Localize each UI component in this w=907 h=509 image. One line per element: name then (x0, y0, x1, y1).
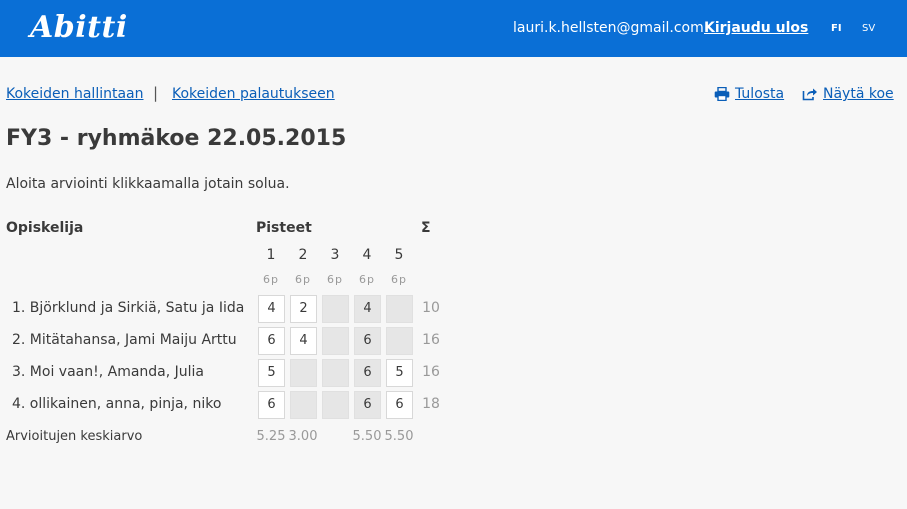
question-max-points: 6p (327, 273, 343, 286)
score-cell[interactable]: 5 (258, 359, 285, 387)
score-cell[interactable]: 6 (258, 391, 285, 419)
score-cell[interactable] (386, 295, 413, 323)
score-cell[interactable] (322, 327, 349, 355)
row-total: 18 (422, 396, 440, 412)
logout-link[interactable]: Kirjaudu ulos (704, 20, 808, 36)
score-cell[interactable]: 6 (354, 391, 381, 419)
score-cell[interactable]: 6 (354, 359, 381, 387)
user-email: lauri.k.hellsten@gmail.com (513, 20, 704, 36)
student-name: 2. Mitätahansa, Jami Maiju Arttu (12, 332, 237, 348)
page-title: FY3 - ryhmäkoe 22.05.2015 (6, 126, 347, 151)
student-name: 3. Moi vaan!, Amanda, Julia (12, 364, 205, 380)
question-number: 3 (330, 247, 340, 263)
question-number: 5 (394, 247, 404, 263)
score-cell[interactable] (322, 391, 349, 419)
question-number: 2 (298, 247, 308, 263)
score-cell[interactable] (386, 327, 413, 355)
row-total: 10 (422, 300, 440, 316)
score-cell[interactable]: 6 (354, 327, 381, 355)
question-max-points: 6p (263, 273, 279, 286)
question-max-points: 6p (295, 273, 311, 286)
instruction-text: Aloita arviointi klikkaamalla jotain sol… (6, 176, 290, 192)
exam-management-link[interactable]: Kokeiden hallintaan (6, 86, 144, 102)
row-total: 16 (422, 332, 440, 348)
score-cell[interactable] (322, 359, 349, 387)
score-cell[interactable]: 4 (258, 295, 285, 323)
share-icon[interactable] (802, 87, 818, 101)
language-sv[interactable]: SV (862, 23, 875, 34)
sum-column-header: Σ (421, 220, 431, 236)
average-value: 5.25 (256, 429, 286, 444)
score-cell[interactable]: 6 (386, 391, 413, 419)
show-exam-link[interactable]: Näytä koe (823, 86, 894, 102)
question-max-points: 6p (391, 273, 407, 286)
average-value: 5.50 (384, 429, 414, 444)
exam-returns-link[interactable]: Kokeiden palautukseen (172, 86, 335, 102)
score-cell[interactable]: 4 (290, 327, 317, 355)
score-cell[interactable]: 5 (386, 359, 413, 387)
score-cell[interactable] (290, 391, 317, 419)
score-cell[interactable]: 4 (354, 295, 381, 323)
score-cell[interactable]: 2 (290, 295, 317, 323)
question-number: 4 (362, 247, 372, 263)
question-max-points: 6p (359, 273, 375, 286)
student-column-header: Opiskelija (6, 220, 84, 236)
points-column-header: Pisteet (256, 220, 312, 236)
score-cell[interactable]: 6 (258, 327, 285, 355)
row-total: 16 (422, 364, 440, 380)
average-label: Arvioitujen keskiarvo (6, 429, 143, 444)
score-cell[interactable] (322, 295, 349, 323)
question-number: 1 (266, 247, 276, 263)
student-name: 4. ollikainen, anna, pinja, niko (12, 396, 222, 412)
student-name: 1. Björklund ja Sirkiä, Satu ja Iida (12, 300, 245, 316)
average-value: 5.50 (352, 429, 382, 444)
print-link[interactable]: Tulosta (735, 86, 784, 102)
language-fi[interactable]: FI (831, 23, 842, 34)
abitti-logo[interactable]: Abitti (30, 10, 128, 45)
nav-separator: | (153, 84, 159, 102)
score-cell[interactable] (290, 359, 317, 387)
average-value: 3.00 (288, 429, 318, 444)
print-icon[interactable] (714, 87, 730, 101)
top-bar: Abitti lauri.k.hellsten@gmail.com Kirjau… (0, 0, 907, 57)
